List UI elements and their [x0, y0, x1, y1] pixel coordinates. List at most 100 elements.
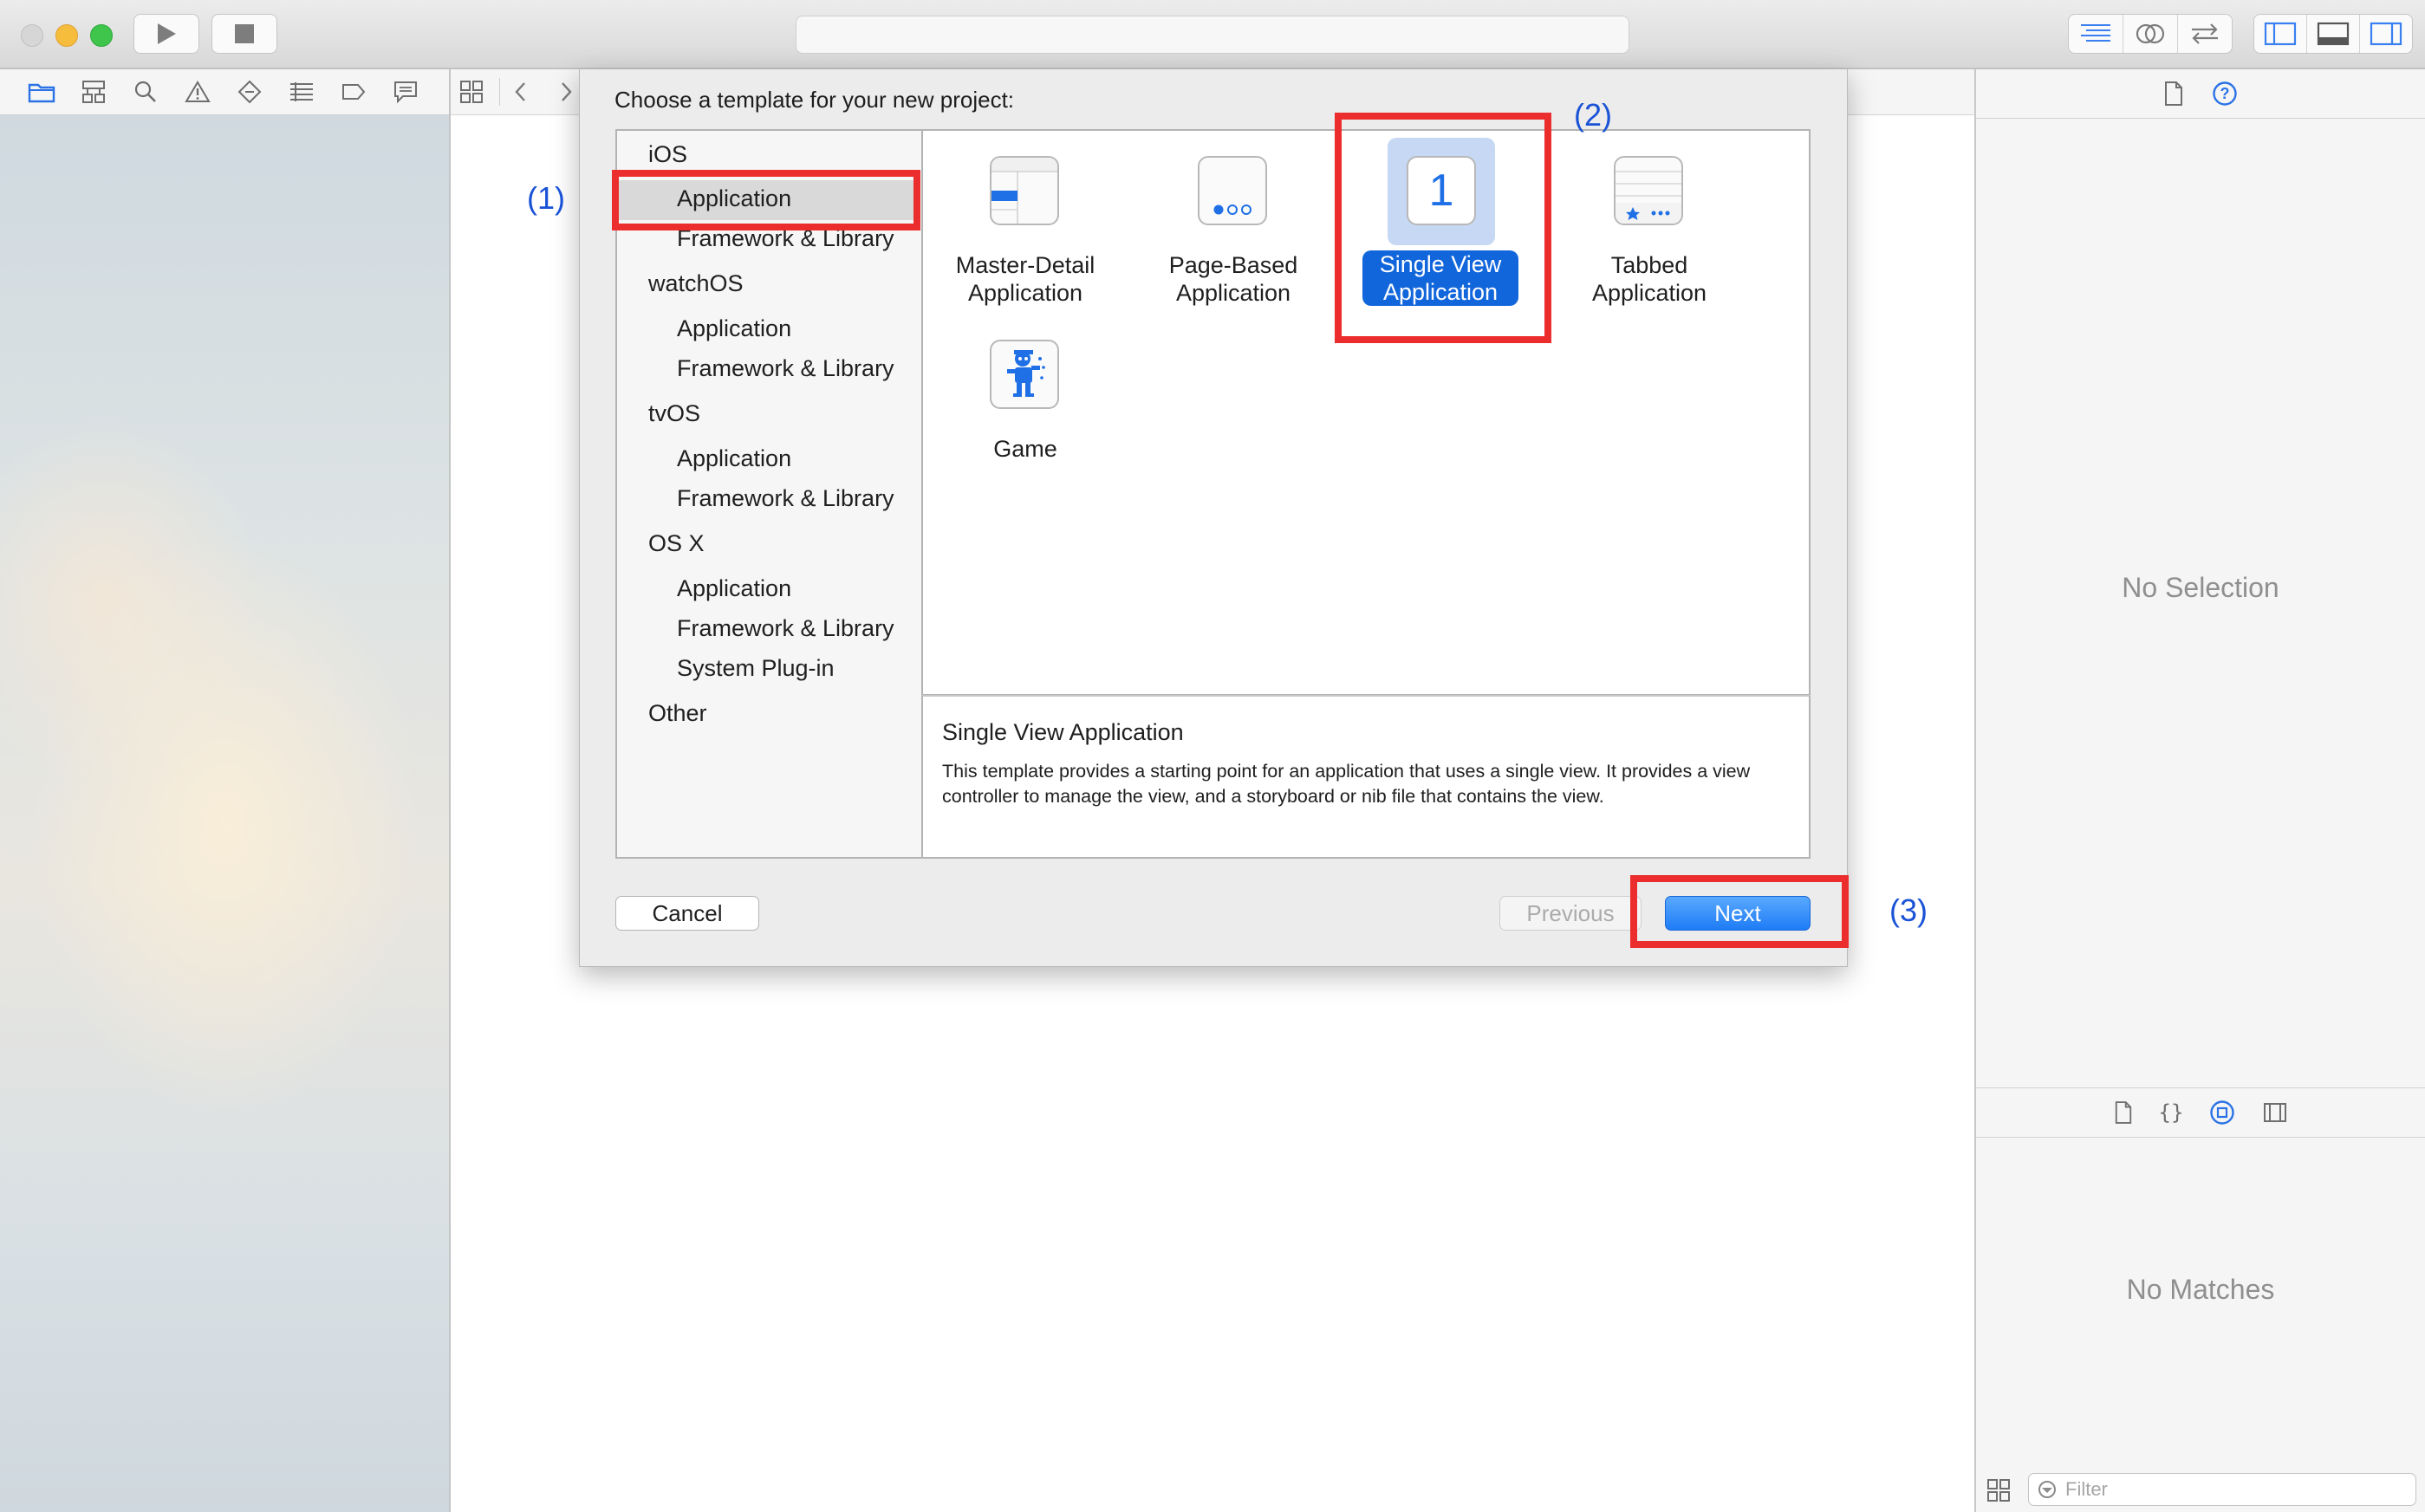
library-view-mode-button[interactable] — [1986, 1478, 2011, 1502]
issue-navigator-tab[interactable] — [172, 80, 224, 104]
breakpoint-icon — [341, 82, 367, 101]
category-item-tvos-application[interactable]: Application — [677, 445, 791, 472]
text-lines-icon — [2079, 23, 2112, 45]
game-icon[interactable] — [990, 340, 1059, 409]
category-item-tvos-framework-library[interactable]: Framework & Library — [677, 485, 894, 512]
category-item-osx-system-plugin[interactable]: System Plug-in — [677, 655, 835, 682]
navigator-selector-bar — [0, 69, 449, 115]
category-header-osx[interactable]: OS X — [648, 530, 705, 557]
template-label-game[interactable]: Game — [930, 435, 1121, 463]
filter-placeholder: Filter — [2065, 1478, 2108, 1500]
category-header-tvos[interactable]: tvOS — [648, 400, 700, 427]
standard-editor-button[interactable] — [2069, 15, 2123, 53]
zoom-window-button[interactable] — [90, 24, 113, 47]
annotation-box-template — [1335, 113, 1551, 343]
annotation-box-next — [1630, 875, 1849, 948]
category-item-osx-framework-library[interactable]: Framework & Library — [677, 615, 894, 642]
category-item-watchos-application[interactable]: Application — [677, 315, 791, 342]
tabbed-icon[interactable] — [1614, 156, 1683, 225]
file-inspector-tab[interactable] — [2163, 81, 2184, 107]
annotation-step-3: (3) — [1889, 892, 1928, 928]
file-template-library-tab[interactable] — [2114, 1100, 2133, 1125]
editor-mode-control — [2068, 14, 2233, 54]
category-header-other[interactable]: Other — [648, 700, 707, 727]
template-label-line1: Tabbed — [1610, 252, 1688, 278]
annotation-step-2: (2) — [1574, 97, 1612, 133]
template-label-line1: Page-Based — [1168, 252, 1298, 278]
template-label-page-based[interactable]: Page-Based Application — [1138, 251, 1329, 307]
master-detail-icon[interactable] — [990, 156, 1059, 225]
quick-help-tab[interactable]: ? — [2212, 81, 2238, 107]
svg-text:?: ? — [2220, 85, 2230, 102]
navigator-area — [0, 115, 449, 1512]
help-icon: ? — [2212, 81, 2238, 107]
report-bubble-icon — [393, 80, 419, 104]
svg-text:{}: {} — [2161, 1100, 2181, 1125]
template-label-master-detail[interactable]: Master-Detail Application — [930, 251, 1121, 307]
page-based-icon[interactable] — [1198, 156, 1267, 225]
folder-icon — [28, 81, 55, 103]
project-navigator-tab[interactable] — [16, 81, 68, 103]
sheet-title: Choose a template for your new project: — [614, 87, 1015, 113]
left-panel-icon — [2264, 22, 2297, 46]
template-label-tabbed[interactable]: Tabbed Application — [1554, 251, 1745, 307]
symbol-navigator-tab[interactable] — [68, 80, 120, 104]
find-navigator-tab[interactable] — [120, 80, 172, 104]
toggle-navigator-button[interactable] — [2254, 15, 2307, 53]
document-icon — [2163, 81, 2184, 107]
navigator-divider[interactable] — [449, 69, 451, 1512]
jump-bar-separator — [499, 78, 500, 106]
category-header-watchos[interactable]: watchOS — [648, 270, 744, 297]
right-panel-icon — [2370, 22, 2402, 46]
toggle-utilities-button[interactable] — [2360, 15, 2412, 53]
swap-arrows-icon — [2188, 22, 2221, 46]
annotation-step-1: (1) — [527, 180, 565, 216]
template-label-line1: Master-Detail — [955, 252, 1095, 278]
template-description-text: This template provides a starting point … — [942, 761, 1751, 807]
library-selector-bar: {} — [1976, 1087, 2425, 1138]
minimize-window-button[interactable] — [55, 24, 78, 47]
library-filter-field[interactable]: Filter — [2028, 1473, 2416, 1506]
forward-button[interactable] — [558, 81, 574, 102]
run-button[interactable] — [133, 14, 199, 54]
report-navigator-tab[interactable] — [380, 80, 432, 104]
previous-button[interactable]: Previous — [1499, 896, 1642, 931]
object-library-tab[interactable] — [2209, 1100, 2235, 1126]
assistant-editor-button[interactable] — [2123, 15, 2178, 53]
test-navigator-tab[interactable] — [224, 79, 276, 105]
search-icon — [133, 80, 158, 104]
template-label-line2: Application — [1591, 280, 1707, 306]
debug-navigator-tab[interactable] — [276, 81, 328, 103]
version-editor-button[interactable] — [2178, 15, 2232, 53]
template-label-line1: Game — [993, 436, 1057, 462]
venn-circles-icon — [2135, 21, 2166, 47]
code-snippet-library-tab[interactable]: {} — [2161, 1100, 2181, 1125]
window-toolbar — [0, 0, 2425, 69]
curly-braces-icon: {} — [2161, 1100, 2181, 1125]
category-header-ios[interactable]: iOS — [648, 141, 687, 168]
chevron-left-icon — [513, 81, 529, 102]
no-selection-label: No Selection — [2122, 572, 2279, 603]
category-item-osx-application[interactable]: Application — [677, 575, 791, 602]
no-matches-label: No Matches — [2126, 1274, 2275, 1305]
toggle-debug-area-button[interactable] — [2307, 15, 2360, 53]
filter-icon — [2038, 1480, 2057, 1499]
back-button[interactable] — [513, 81, 529, 102]
cancel-button[interactable]: Cancel — [615, 896, 759, 931]
related-items-button[interactable] — [459, 80, 484, 104]
inspector-selector-bar: ? — [1976, 69, 2425, 119]
panel-toggle-control — [2253, 14, 2413, 54]
stop-icon — [234, 23, 255, 44]
film-strip-icon — [2263, 1101, 2287, 1124]
annotation-box-category — [612, 170, 920, 230]
debug-list-icon — [289, 81, 315, 103]
breakpoint-navigator-tab[interactable] — [328, 82, 380, 101]
chevron-right-icon — [558, 81, 574, 102]
category-item-watchos-framework-library[interactable]: Framework & Library — [677, 355, 894, 382]
template-label-line2: Application — [1175, 280, 1291, 306]
symbol-hierarchy-icon — [81, 80, 107, 104]
close-window-button[interactable] — [21, 24, 43, 47]
object-circle-icon — [2209, 1100, 2235, 1126]
stop-button[interactable] — [211, 14, 277, 54]
media-library-tab[interactable] — [2263, 1101, 2287, 1124]
